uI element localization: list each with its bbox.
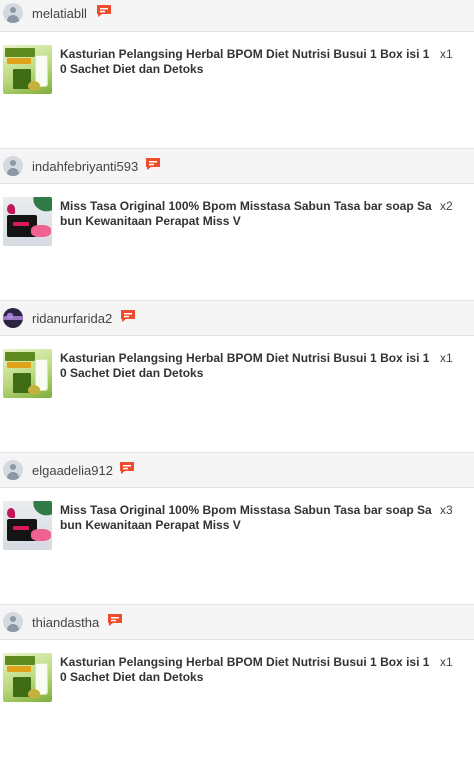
- order-card: indahfebriyanti593 Miss Tasa Original 10…: [0, 148, 474, 304]
- user-avatar-icon: [3, 156, 23, 176]
- order-item[interactable]: Kasturian Pelangsing Herbal BPOM Diet Nu…: [0, 652, 474, 712]
- product-thumbnail[interactable]: [3, 349, 52, 398]
- order-item[interactable]: Miss Tasa Original 100% Bpom Misstasa Sa…: [0, 500, 474, 560]
- product-name[interactable]: Kasturian Pelangsing Herbal BPOM Diet Nu…: [60, 655, 435, 685]
- buyer-username[interactable]: elgaadelia912: [32, 463, 113, 478]
- product-thumbnail[interactable]: [3, 653, 52, 702]
- buyer-username[interactable]: thiandastha: [32, 615, 99, 630]
- order-header: indahfebriyanti593: [0, 148, 474, 184]
- product-name[interactable]: Miss Tasa Original 100% Bpom Misstasa Sa…: [60, 503, 435, 533]
- order-card: elgaadelia912 Miss Tasa Original 100% Bp…: [0, 452, 474, 608]
- order-card: melatiabll Kasturian Pelangsing Herbal B…: [0, 0, 474, 152]
- user-avatar-icon: [3, 460, 23, 480]
- order-item[interactable]: Kasturian Pelangsing Herbal BPOM Diet Nu…: [0, 44, 474, 104]
- order-item[interactable]: Kasturian Pelangsing Herbal BPOM Diet Nu…: [0, 348, 474, 408]
- item-quantity: x1: [440, 351, 453, 365]
- product-name[interactable]: Kasturian Pelangsing Herbal BPOM Diet Nu…: [60, 351, 435, 381]
- chat-icon[interactable]: [145, 157, 161, 171]
- order-header: thiandastha: [0, 604, 474, 640]
- product-thumbnail[interactable]: [3, 45, 52, 94]
- item-quantity: x2: [440, 199, 453, 213]
- order-card: ridanurfarida2 Kasturian Pelangsing Herb…: [0, 300, 474, 456]
- user-avatar-icon: [3, 612, 23, 632]
- item-quantity: x1: [440, 47, 453, 61]
- product-thumbnail[interactable]: [3, 501, 52, 550]
- buyer-username[interactable]: melatiabll: [32, 6, 87, 21]
- order-list: melatiabll Kasturian Pelangsing Herbal B…: [0, 0, 474, 760]
- chat-icon[interactable]: [120, 309, 136, 323]
- order-item[interactable]: Miss Tasa Original 100% Bpom Misstasa Sa…: [0, 196, 474, 256]
- order-header: melatiabll: [0, 0, 474, 32]
- product-name[interactable]: Miss Tasa Original 100% Bpom Misstasa Sa…: [60, 199, 435, 229]
- order-card: thiandastha Kasturian Pelangsing Herbal …: [0, 604, 474, 760]
- user-avatar-icon: [3, 3, 23, 23]
- item-quantity: x3: [440, 503, 453, 517]
- order-header: elgaadelia912: [0, 452, 474, 488]
- product-name[interactable]: Kasturian Pelangsing Herbal BPOM Diet Nu…: [60, 47, 435, 77]
- user-avatar-icon: [3, 308, 23, 328]
- chat-icon[interactable]: [119, 461, 135, 475]
- buyer-username[interactable]: indahfebriyanti593: [32, 159, 138, 174]
- chat-icon[interactable]: [107, 613, 123, 627]
- order-header: ridanurfarida2: [0, 300, 474, 336]
- product-thumbnail[interactable]: [3, 197, 52, 246]
- buyer-username[interactable]: ridanurfarida2: [32, 311, 112, 326]
- chat-icon[interactable]: [96, 4, 112, 18]
- item-quantity: x1: [440, 655, 453, 669]
